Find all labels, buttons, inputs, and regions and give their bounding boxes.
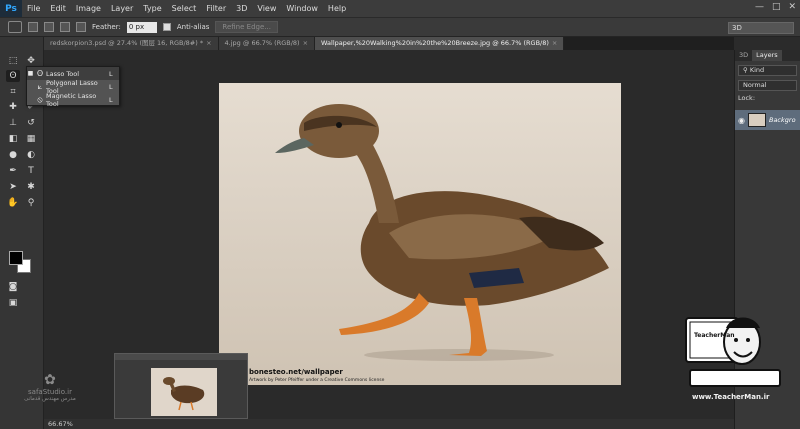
- zoom-tool-icon[interactable]: ⚲: [24, 197, 38, 209]
- add-selection-icon[interactable]: [44, 22, 54, 32]
- eraser-tool-icon[interactable]: ◧: [6, 133, 20, 145]
- blur-tool-icon[interactable]: ●: [6, 149, 20, 161]
- window-controls: — □ ✕: [755, 2, 796, 12]
- quick-mask-icon[interactable]: ◙: [6, 281, 20, 293]
- subtract-selection-icon[interactable]: [60, 22, 70, 32]
- lock-label: Lock:: [738, 94, 756, 102]
- tab-3d[interactable]: 3D: [735, 50, 752, 61]
- flyout-label: Magnetic Lasso Tool: [46, 91, 97, 108]
- menu-filter[interactable]: Filter: [201, 4, 231, 13]
- eye-icon[interactable]: ◉: [738, 116, 745, 125]
- duck-photo[interactable]: bonesteo.net/wallpaper Artwork by Peter …: [219, 83, 621, 385]
- shortcut-key: L: [109, 82, 113, 91]
- lock-row: Lock:: [738, 94, 797, 102]
- tab-wallpaper[interactable]: Wallpaper,%20Walking%20in%20the%20Breeze…: [315, 37, 565, 50]
- teacherman-url: www.TeacherMan.ir: [692, 393, 770, 401]
- path-select-tool-icon[interactable]: ➤: [6, 181, 20, 193]
- safastudio-watermark: ✿ safaStudio.ir مدرس مهندس قدمانی: [20, 372, 80, 402]
- inset-duck: [163, 377, 205, 411]
- close-button[interactable]: ✕: [788, 2, 796, 12]
- photoshop-window: Ps File Edit Image Layer Type Select Fil…: [0, 0, 800, 429]
- maximize-button[interactable]: □: [772, 2, 781, 12]
- menu-edit[interactable]: Edit: [45, 4, 71, 13]
- hand-tool-icon[interactable]: ✋: [6, 197, 20, 209]
- tab-label: 4.jpg @ 66.7% (RGB/8): [224, 39, 300, 47]
- pen-tool-icon[interactable]: ✒: [6, 165, 20, 177]
- intersect-selection-icon[interactable]: [76, 22, 86, 32]
- kind-label: Kind: [749, 66, 765, 74]
- panel-tabs: 3D Layers: [735, 50, 800, 61]
- refine-edge-button[interactable]: Refine Edge...: [215, 21, 278, 33]
- minimize-button[interactable]: —: [755, 2, 764, 12]
- menu-help[interactable]: Help: [323, 4, 351, 13]
- menu-view[interactable]: View: [252, 4, 281, 13]
- menu-layer[interactable]: Layer: [106, 4, 138, 13]
- crop-tool-icon[interactable]: ⌗: [6, 86, 20, 98]
- teacherman-brand: TeacherMan: [694, 332, 735, 339]
- tab-label: redskorpion3.psd @ 27.4% (图层 16, RGB/8#)…: [50, 39, 204, 47]
- photoshop-logo: Ps: [0, 0, 22, 17]
- selected-bullet-icon: ■: [27, 70, 34, 77]
- menu-select[interactable]: Select: [167, 4, 202, 13]
- inset-menubar: [115, 354, 247, 360]
- flyout-item-magnetic-lasso[interactable]: ⦸ Magnetic Lasso Tool L: [27, 91, 119, 108]
- blend-mode-select[interactable]: Normal: [738, 80, 797, 91]
- magnetic-lasso-icon: ⦸: [37, 94, 43, 104]
- tab-label: Wallpaper,%20Walking%20in%20the%20Breeze…: [321, 39, 549, 47]
- screen-mode-icon[interactable]: ▣: [6, 297, 20, 309]
- menu-file[interactable]: File: [22, 4, 45, 13]
- options-bar: Feather: 0 px Anti-alias Refine Edge... …: [0, 17, 800, 37]
- lasso-tool-icon[interactable]: ʘ: [6, 70, 20, 82]
- tab-layers[interactable]: Layers: [752, 50, 782, 61]
- shortcut-key: L: [109, 95, 113, 104]
- shape-tool-icon[interactable]: ✱: [24, 181, 38, 193]
- teacherman-caricature-icon: [685, 317, 781, 387]
- tool-preset-picker[interactable]: [8, 21, 22, 33]
- workspace-select[interactable]: 3D: [728, 22, 794, 34]
- stamp-tool-icon[interactable]: ⊥: [6, 117, 20, 129]
- close-icon[interactable]: ×: [303, 39, 308, 47]
- inset-canvas: [151, 368, 217, 416]
- flyout-label: Lasso Tool: [46, 69, 80, 78]
- feather-label: Feather:: [92, 23, 121, 31]
- lasso-tool-flyout: ■ ʘ Lasso Tool L ⟀ Polygonal Lasso Tool …: [26, 66, 120, 108]
- watermark-sub: مدرس مهندس قدمانی: [24, 396, 76, 402]
- gradient-tool-icon[interactable]: ▦: [24, 133, 38, 145]
- layer-row-background[interactable]: ◉ Backgro: [735, 110, 800, 130]
- lasso-icon: ʘ: [36, 69, 44, 78]
- foreground-color-swatch[interactable]: [9, 251, 23, 265]
- history-brush-tool-icon[interactable]: ↺: [24, 117, 38, 129]
- photo-credit: bonesteo.net/wallpaper: [249, 368, 343, 376]
- menu-window[interactable]: Window: [281, 4, 323, 13]
- watermark-name: safaStudio.ir: [28, 388, 72, 396]
- document-tab-bar: redskorpion3.psd @ 27.4% (图层 16, RGB/8#)…: [44, 37, 734, 50]
- layer-name: Backgro: [768, 116, 796, 124]
- new-selection-icon[interactable]: [28, 22, 38, 32]
- marquee-tool-icon[interactable]: ⬚: [6, 55, 20, 67]
- healing-tool-icon[interactable]: ✚: [6, 101, 20, 113]
- zoom-level[interactable]: 66.67%: [48, 420, 73, 428]
- menu-3d[interactable]: 3D: [231, 4, 252, 13]
- close-icon[interactable]: ×: [206, 39, 211, 47]
- antialias-label: Anti-alias: [176, 23, 210, 31]
- type-tool-icon[interactable]: T: [24, 165, 38, 177]
- tab-redskorpion[interactable]: redskorpion3.psd @ 27.4% (图层 16, RGB/8#)…: [44, 37, 219, 50]
- menu-image[interactable]: Image: [71, 4, 106, 13]
- status-bar: 66.67%: [44, 419, 734, 429]
- feather-input[interactable]: 0 px: [126, 21, 157, 33]
- antialias-checkbox[interactable]: [162, 23, 171, 31]
- layer-thumbnail: [747, 113, 766, 127]
- safastudio-logo-icon: ✿: [44, 372, 56, 388]
- dodge-tool-icon[interactable]: ◐: [24, 149, 38, 161]
- kind-filter-select[interactable]: ⚲ Kind: [738, 65, 797, 76]
- polygonal-lasso-icon: ⟀: [37, 81, 43, 91]
- duck-illustration: [275, 104, 609, 361]
- close-icon[interactable]: ×: [552, 39, 557, 47]
- shortcut-key: L: [109, 69, 113, 78]
- menu-bar: Ps File Edit Image Layer Type Select Fil…: [0, 0, 800, 17]
- tab-4-jpg[interactable]: 4.jpg @ 66.7% (RGB/8) ×: [218, 37, 316, 50]
- menu-type[interactable]: Type: [138, 4, 166, 13]
- photo-credit-small: Artwork by Peter Pfeiffer under a Creati…: [249, 378, 385, 383]
- screenshot-thumbnail-inset: [114, 353, 248, 419]
